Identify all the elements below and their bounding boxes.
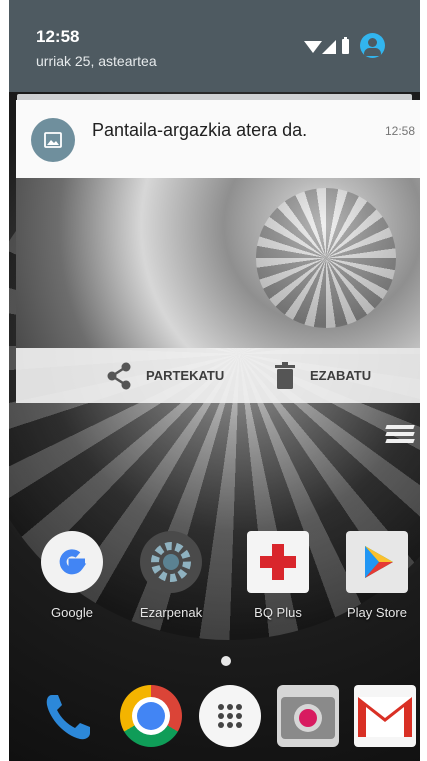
share-icon — [107, 362, 131, 389]
app-settings[interactable]: Ezarpenak — [126, 531, 216, 620]
plus-icon — [247, 531, 309, 593]
app-play-store[interactable]: Play Store — [332, 531, 420, 620]
app-label: BQ Plus — [254, 605, 302, 620]
image-icon — [31, 118, 75, 162]
notification-title: Pantaila-argazkia atera da. — [92, 120, 308, 140]
delete-label: EZABATU — [310, 368, 372, 383]
battery-icon — [342, 37, 349, 54]
gear-icon — [140, 531, 202, 593]
share-button[interactable]: PARTEKATU — [106, 348, 224, 403]
notification-actions: PARTEKATU EZABATU — [16, 348, 420, 403]
chrome-icon[interactable] — [120, 685, 182, 747]
share-label: PARTEKATU — [146, 368, 225, 383]
app-label: Ezarpenak — [139, 605, 203, 620]
screenshot-notification[interactable]: Pantaila-argazkia atera da. 12:58 PARTEK… — [16, 100, 420, 403]
trash-icon — [275, 361, 295, 389]
status-bar[interactable]: 12:58 urriak 25, asteartea — [9, 0, 420, 92]
play-store-icon — [346, 531, 408, 593]
page-indicator — [221, 656, 231, 666]
delete-button[interactable]: EZABATU — [274, 348, 371, 403]
phone-screen: 12:58 urriak 25, asteartea Pantaila-arga… — [9, 0, 420, 761]
menu-icon[interactable] — [385, 425, 415, 445]
gmail-icon[interactable] — [354, 685, 416, 747]
preview-flower — [256, 188, 396, 328]
status-time: 12:58 — [36, 27, 80, 46]
camera-icon[interactable] — [277, 685, 339, 747]
app-google[interactable]: Google — [27, 531, 117, 620]
google-icon — [41, 531, 103, 593]
status-date: urriak 25, asteartea — [36, 53, 157, 69]
notification-time: 12:58 — [384, 124, 415, 138]
wifi-icon — [304, 41, 322, 53]
app-label: Play Store — [347, 605, 407, 620]
app-bq-plus[interactable]: BQ Plus — [233, 531, 323, 620]
app-label: Google — [51, 605, 93, 620]
app-drawer-icon[interactable] — [199, 685, 261, 747]
signal-icon — [322, 40, 336, 54]
screenshot-preview[interactable] — [16, 178, 420, 348]
user-avatar-icon[interactable] — [360, 33, 385, 58]
phone-icon[interactable] — [38, 685, 100, 747]
notification-header[interactable]: Pantaila-argazkia atera da. 12:58 — [16, 100, 420, 178]
